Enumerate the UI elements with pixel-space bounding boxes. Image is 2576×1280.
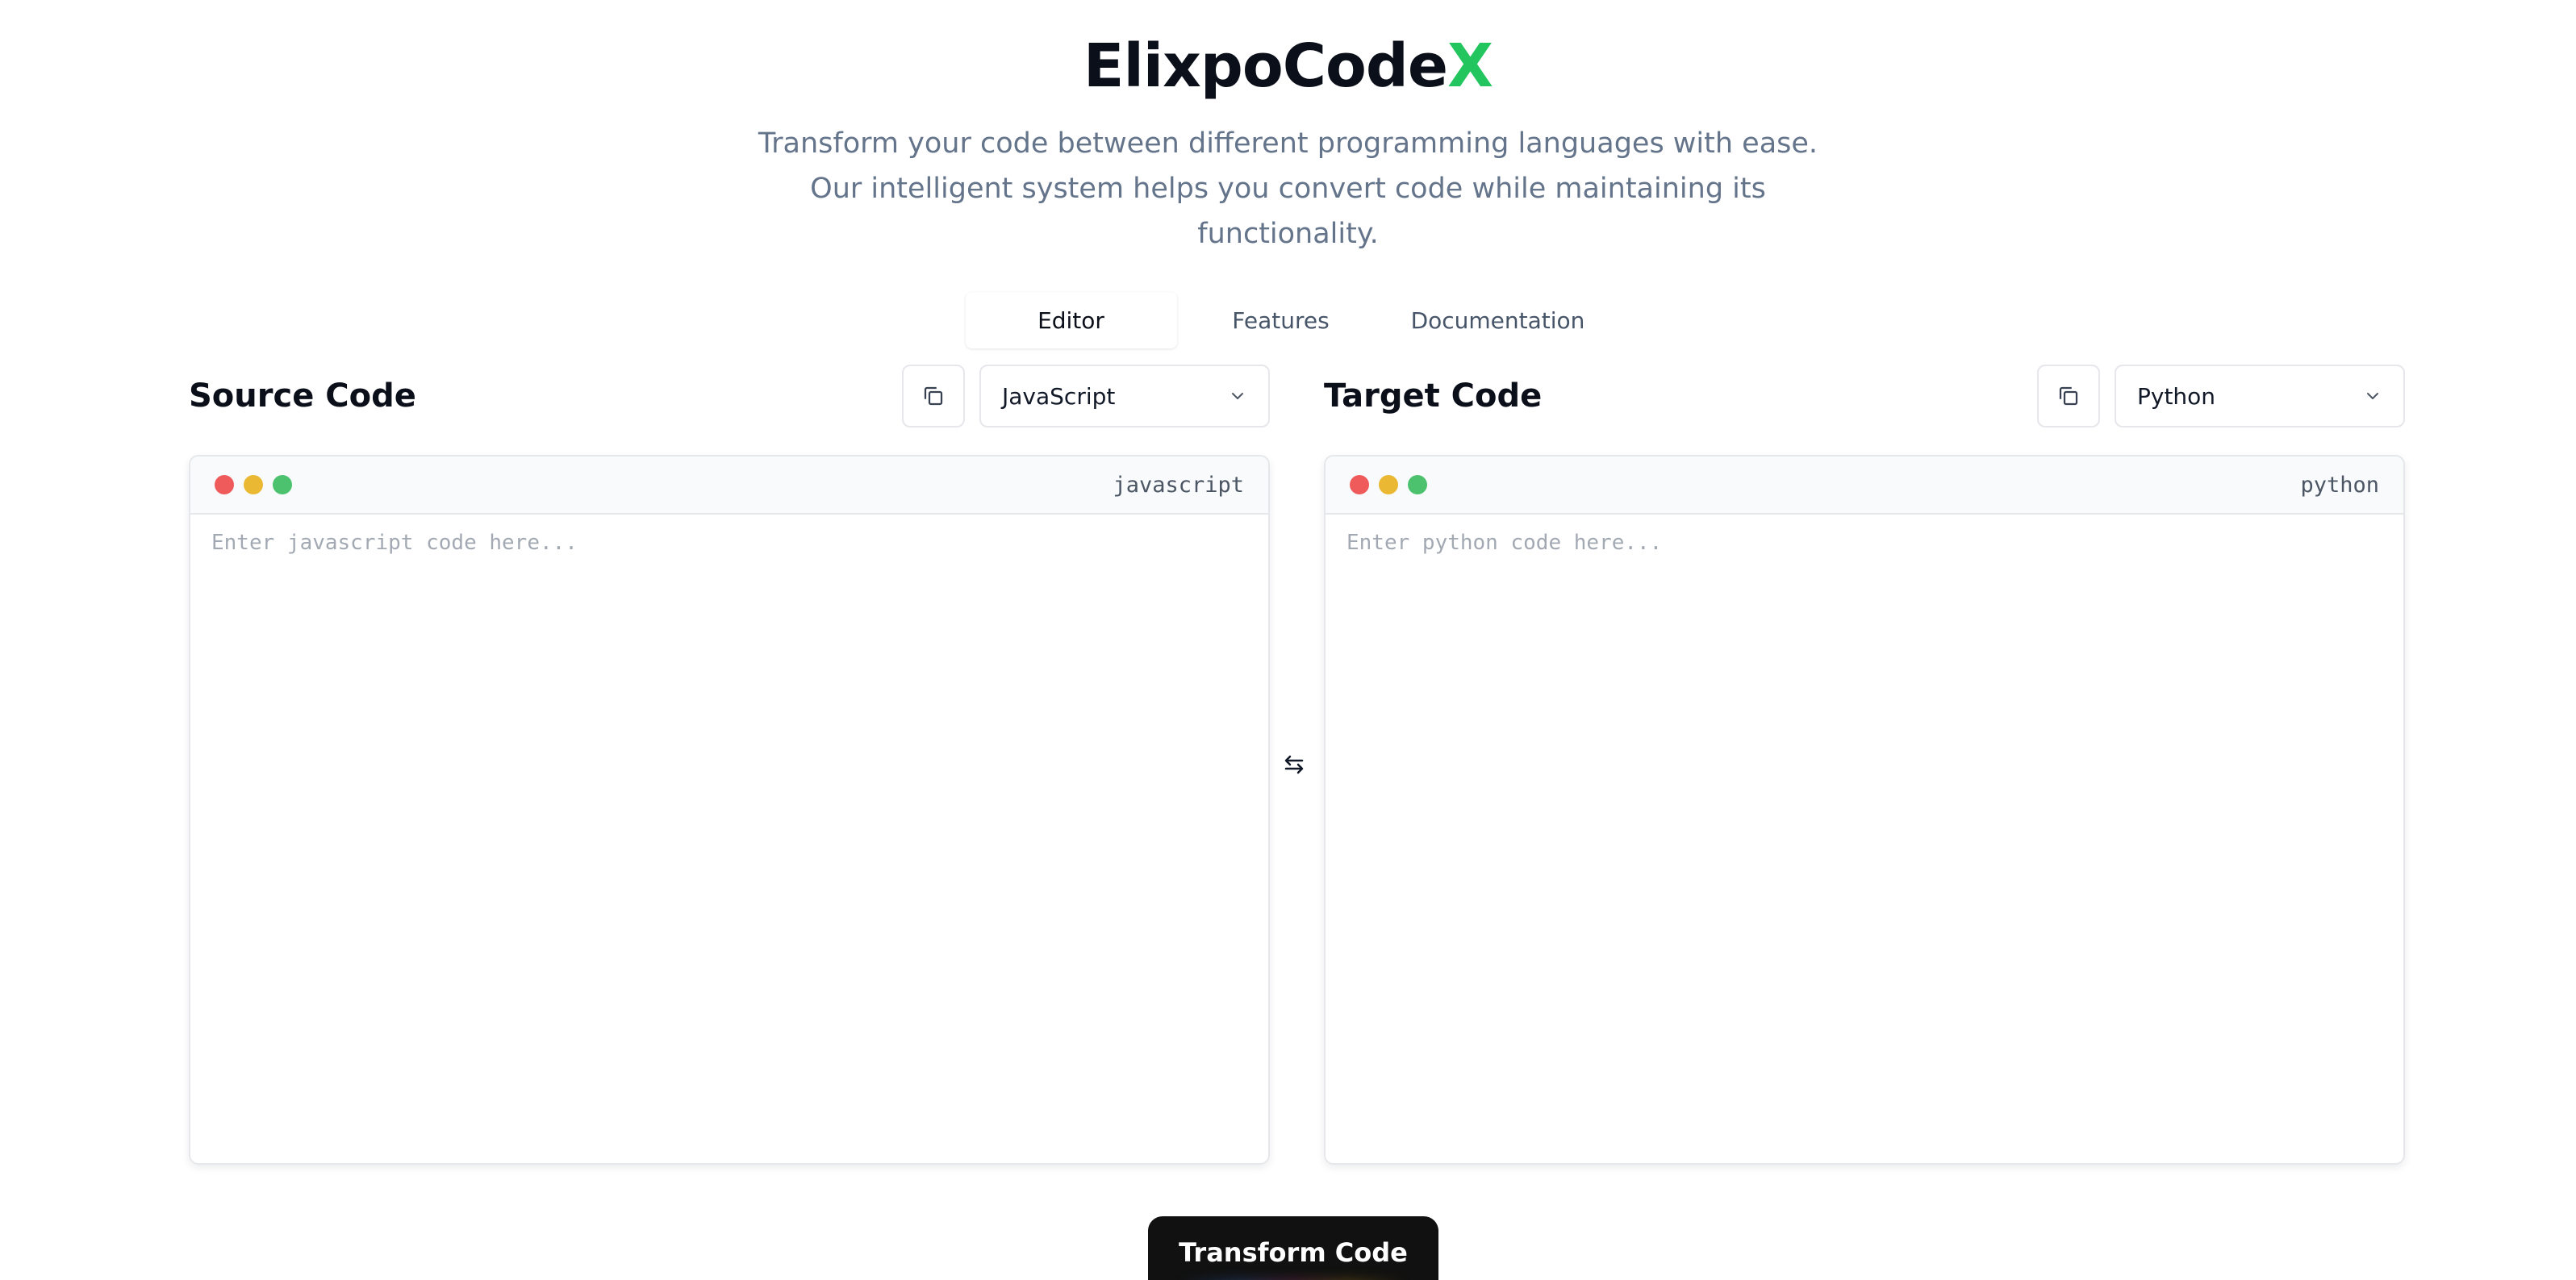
source-lang-label: javascript: [1113, 472, 1244, 498]
target-panel: Target Code Python python: [1324, 365, 2405, 1165]
target-language-value: Python: [2137, 382, 2216, 410]
source-language-value: JavaScript: [1002, 382, 1116, 410]
target-editor-bar: python: [1326, 457, 2403, 515]
tab-features[interactable]: Features: [1192, 292, 1370, 348]
target-copy-button[interactable]: [2037, 365, 2100, 427]
source-code-input[interactable]: [190, 515, 1268, 1163]
transform-button-label: Transform Code: [1179, 1237, 1408, 1268]
page: ElixpoCodeX Transform your code between …: [0, 0, 2576, 1280]
target-lang-label: python: [2300, 472, 2379, 498]
copy-icon: [924, 386, 943, 406]
target-editor: python: [1324, 455, 2405, 1165]
brand-main: ElixpoCode: [1083, 31, 1448, 101]
tab-bar: Editor Features Documentation: [965, 292, 1611, 348]
brand-accent: X: [1447, 31, 1493, 101]
source-copy-button[interactable]: [902, 365, 965, 427]
window-dot-green: [1408, 475, 1427, 494]
copy-icon: [2059, 386, 2078, 406]
target-language-select[interactable]: Python: [2115, 365, 2405, 427]
chevron-down-icon: [1232, 393, 1243, 399]
target-code-input[interactable]: [1326, 515, 2403, 1163]
brand-title: ElixpoCodeX: [0, 27, 2576, 105]
target-panel-header: Target Code Python: [1324, 365, 2405, 429]
subtitle: Transform your code between different pr…: [758, 127, 1818, 250]
window-dot-red: [1350, 475, 1369, 494]
transform-code-button[interactable]: Transform Code: [1148, 1216, 1438, 1280]
window-dot-green: [273, 475, 292, 494]
source-editor-bar: javascript: [190, 457, 1268, 515]
source-title: Source Code: [189, 377, 416, 415]
tab-editor[interactable]: Editor: [965, 292, 1177, 348]
window-dot-yellow: [1379, 475, 1398, 494]
window-dot-yellow: [244, 475, 263, 494]
chevron-down-icon: [2367, 393, 2378, 399]
source-panel-header: Source Code JavaScript: [189, 365, 1270, 429]
tab-documentation[interactable]: Documentation: [1385, 292, 1611, 348]
swap-button[interactable]: [1278, 748, 1310, 781]
source-editor: javascript: [189, 455, 1270, 1165]
window-dot-red: [215, 475, 234, 494]
swap-arrows-icon: [1284, 755, 1304, 774]
target-title: Target Code: [1324, 377, 1543, 415]
source-language-select[interactable]: JavaScript: [979, 365, 1270, 427]
source-panel: Source Code JavaScript javascript: [189, 365, 1270, 1165]
